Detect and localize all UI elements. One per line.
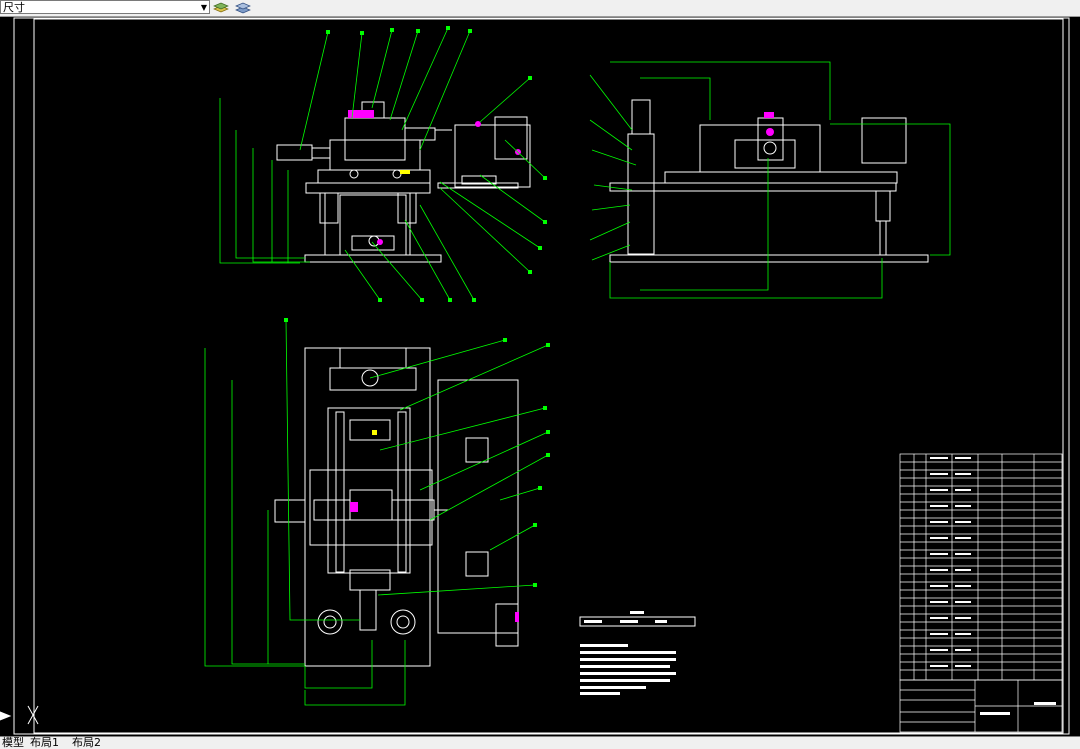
- top-toolbar: 尺寸 ▼: [0, 0, 1080, 17]
- layout-tab-bar: 模型 布局1 布局2: [0, 736, 1080, 749]
- cad-drawing: [0, 17, 1070, 735]
- side-view-highlights: [764, 112, 774, 136]
- front-view-balloons: [326, 26, 547, 302]
- drawing-canvas[interactable]: [0, 17, 1080, 735]
- tab-layout1[interactable]: 布局1: [28, 737, 61, 749]
- technical-requirements: [579, 611, 696, 695]
- plan-view-balloons: [284, 318, 550, 587]
- tab-layout2[interactable]: 布局2: [70, 737, 103, 749]
- tab-model[interactable]: 模型: [0, 737, 26, 749]
- layers-icon: [213, 2, 229, 13]
- plan-view: [274, 347, 519, 667]
- layer-state-button[interactable]: [234, 0, 252, 14]
- chevron-down-icon[interactable]: ▼: [201, 1, 207, 15]
- parts-list-table: [899, 453, 1063, 733]
- dimension-style-select[interactable]: 尺寸 ▼: [0, 0, 210, 14]
- layer-manager-button[interactable]: [212, 0, 230, 14]
- layer-stack-icon: [235, 2, 251, 14]
- parts-list-cell-text: [930, 457, 1056, 715]
- ucs-icon: [0, 705, 39, 725]
- drawing-frame: [13, 17, 1070, 735]
- side-view-dimensions: [589, 61, 951, 299]
- plan-view-leaders: [204, 319, 549, 706]
- front-view-leaders: [219, 27, 546, 301]
- plan-view-highlights: [350, 430, 519, 622]
- dimension-style-value: 尺寸: [3, 1, 25, 14]
